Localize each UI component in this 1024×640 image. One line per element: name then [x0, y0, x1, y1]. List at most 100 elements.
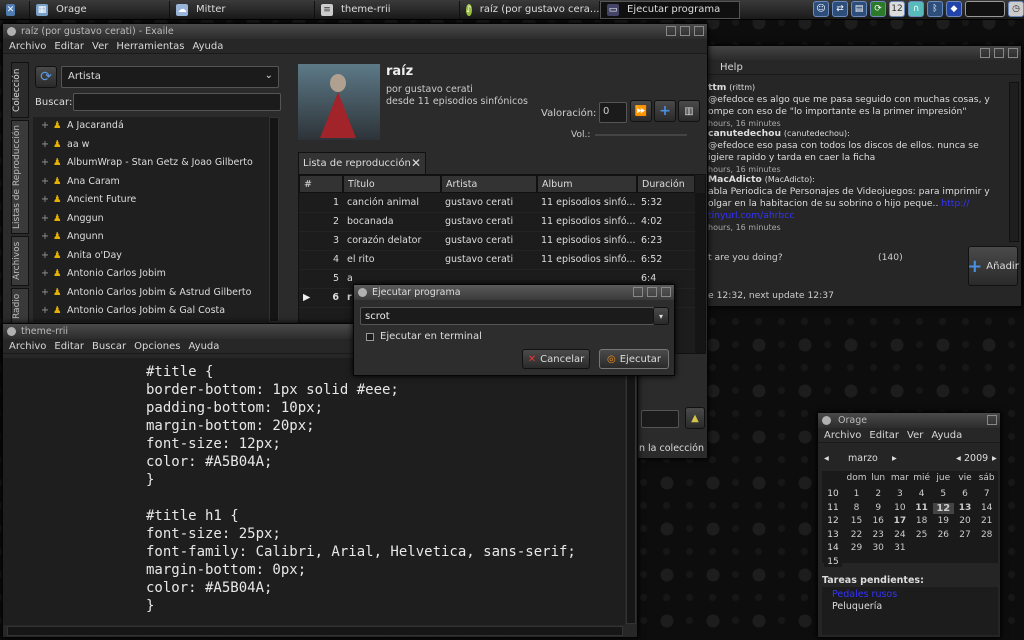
mitter-scrollbar[interactable]: [1009, 82, 1019, 242]
tab-archivos[interactable]: Archivos: [11, 236, 29, 286]
col-number[interactable]: #: [299, 175, 343, 193]
post-link-continued[interactable]: tinyurl.com/ahrbcc: [708, 210, 794, 221]
close-tab-icon[interactable]: ✕: [411, 156, 421, 170]
calendar-day[interactable]: 12: [932, 502, 954, 514]
menu-herramientas[interactable]: Herramientas: [116, 41, 184, 52]
terminal-checkbox[interactable]: [366, 333, 374, 341]
tab-coleccion[interactable]: Colección: [11, 62, 29, 118]
playlist-row[interactable]: 2 bocanada gustavo cerati 11 episodios sinf…: [299, 212, 695, 232]
artist-item[interactable]: + ♟ Antonio Carlos Jobim & Astrud Gilberto: [33, 284, 269, 303]
minimize-button[interactable]: [980, 48, 990, 58]
artist-item[interactable]: + ♟ Ana Caram: [33, 173, 269, 192]
add-button[interactable]: + Añadir: [967, 246, 1019, 286]
next-year-icon[interactable]: ▸: [992, 453, 997, 464]
calendar-day[interactable]: 14: [976, 503, 997, 513]
calendar-day[interactable]: 2: [868, 489, 889, 499]
calendar-day[interactable]: 13: [955, 503, 976, 513]
col-duration[interactable]: Duración: [637, 175, 695, 193]
calendar-day[interactable]: 19: [933, 516, 954, 526]
calendar-day[interactable]: 16: [868, 516, 889, 526]
maximize-button[interactable]: [680, 26, 690, 36]
expander-icon[interactable]: +: [41, 247, 53, 266]
calendar-day[interactable]: 11: [911, 503, 932, 513]
task-ejecutar-programa[interactable]: ▭ Ejecutar programa: [600, 0, 740, 19]
network-icon[interactable]: ⇄: [832, 1, 848, 17]
add-track-button[interactable]: +: [654, 100, 676, 122]
task-item[interactable]: Pedales rusos: [832, 589, 988, 601]
history-button[interactable]: ▾: [653, 307, 669, 325]
task-mitter[interactable]: ☁ Mitter: [170, 0, 315, 19]
search-input[interactable]: [73, 93, 281, 111]
calendar-day[interactable]: 6: [955, 489, 976, 499]
maximize-button[interactable]: [994, 48, 1004, 58]
code-editor[interactable]: #title { border-bottom: 1px solid #eee; …: [3, 358, 625, 625]
collection-action-button[interactable]: ▲: [685, 407, 705, 429]
calendar-day[interactable]: 31: [889, 543, 910, 553]
calendar-tray-icon[interactable]: 12: [889, 1, 905, 17]
expander-icon[interactable]: +: [41, 136, 53, 155]
calendar-day[interactable]: 10: [889, 503, 910, 513]
expander-icon[interactable]: +: [41, 284, 53, 303]
artist-item[interactable]: + ♟ Angunn: [33, 228, 269, 247]
calendar-day[interactable]: 20: [955, 516, 976, 526]
task-orage[interactable]: ▦ Orage: [30, 0, 170, 19]
menu-opciones[interactable]: Opciones: [134, 341, 180, 352]
menu-ver[interactable]: Ver: [907, 430, 923, 441]
close-button[interactable]: [1008, 48, 1018, 58]
minimize-button[interactable]: [666, 26, 676, 36]
terminal-checkbox-label[interactable]: Ejecutar en terminal: [380, 331, 482, 342]
collection-search-input[interactable]: [641, 410, 679, 428]
tab-radio[interactable]: Radio: [11, 288, 29, 324]
menu-archivo[interactable]: Archivo: [9, 341, 46, 352]
artist-item[interactable]: + ♟ Antonio Carlos Jobim & Gal Costa: [33, 302, 269, 321]
refresh-button[interactable]: ⟳: [35, 66, 57, 88]
calendar-day[interactable]: 17: [889, 516, 910, 526]
editor-horizontal-scrollbar[interactable]: [7, 626, 623, 636]
calendar-day[interactable]: 9: [868, 503, 889, 513]
task-item[interactable]: Peluquería: [832, 601, 988, 613]
calendar-day[interactable]: 5: [933, 489, 954, 499]
expander-icon[interactable]: +: [41, 117, 53, 136]
task-exaile[interactable]: ♪ raíz (por gustavo cera...: [460, 0, 600, 19]
clear-button[interactable]: ▥: [678, 100, 700, 122]
maximize-button[interactable]: [647, 287, 657, 297]
menu-ver[interactable]: Ver: [92, 41, 108, 52]
calendar-day[interactable]: 15: [846, 516, 867, 526]
user-icon[interactable]: ☺: [813, 1, 829, 17]
rating-spin[interactable]: 0: [599, 102, 627, 123]
col-artist[interactable]: Artista: [441, 175, 537, 193]
expander-icon[interactable]: +: [41, 191, 53, 210]
playlist-scrollbar[interactable]: [695, 193, 705, 353]
col-title[interactable]: Título: [343, 175, 441, 193]
artist-item[interactable]: + ♟ AlbumWrap - Stan Getz & Joao Gilberto: [33, 154, 269, 173]
workspace-switcher[interactable]: [965, 1, 1005, 17]
expander-icon[interactable]: +: [41, 265, 53, 284]
calendar-day[interactable]: 24: [889, 530, 910, 540]
close-button[interactable]: [694, 26, 704, 36]
calendar-day[interactable]: 18: [911, 516, 932, 526]
expander-icon[interactable]: +: [41, 228, 53, 247]
menu-archivo[interactable]: Archivo: [824, 430, 861, 441]
prev-month-icon[interactable]: ◂: [824, 453, 829, 464]
task-theme-rrii[interactable]: ≡ theme-rrii: [315, 0, 460, 19]
menu-editar[interactable]: Editar: [54, 41, 84, 52]
calendar-day[interactable]: 8: [846, 503, 867, 513]
calendar-day[interactable]: 26: [933, 530, 954, 540]
calendar-day[interactable]: 1: [846, 489, 867, 499]
expander-icon[interactable]: +: [41, 154, 53, 173]
execute-button[interactable]: ◎ Ejecutar: [599, 349, 669, 369]
minimize-button[interactable]: [633, 287, 643, 297]
next-month-icon[interactable]: ▸: [892, 453, 897, 464]
expander-icon[interactable]: +: [41, 302, 53, 321]
artist-item[interactable]: + ♟ Ancient Future: [33, 191, 269, 210]
artist-list-scrollbar[interactable]: [269, 117, 279, 322]
status-input[interactable]: t are you doing? (140): [708, 252, 958, 264]
calendar-day[interactable]: 27: [955, 530, 976, 540]
app-menu-button[interactable]: ✕: [0, 0, 30, 19]
cancel-button[interactable]: ✕ Cancelar: [522, 349, 590, 369]
menu-help[interactable]: Help: [720, 62, 743, 73]
artist-item[interactable]: + ♟ A Jacarandá: [33, 117, 269, 136]
playlist-row[interactable]: 4 el rito gustavo cerati 11 episodios sinfó…: [299, 250, 695, 270]
workspace-icon[interactable]: ◆: [946, 1, 962, 17]
close-button[interactable]: [987, 415, 997, 425]
